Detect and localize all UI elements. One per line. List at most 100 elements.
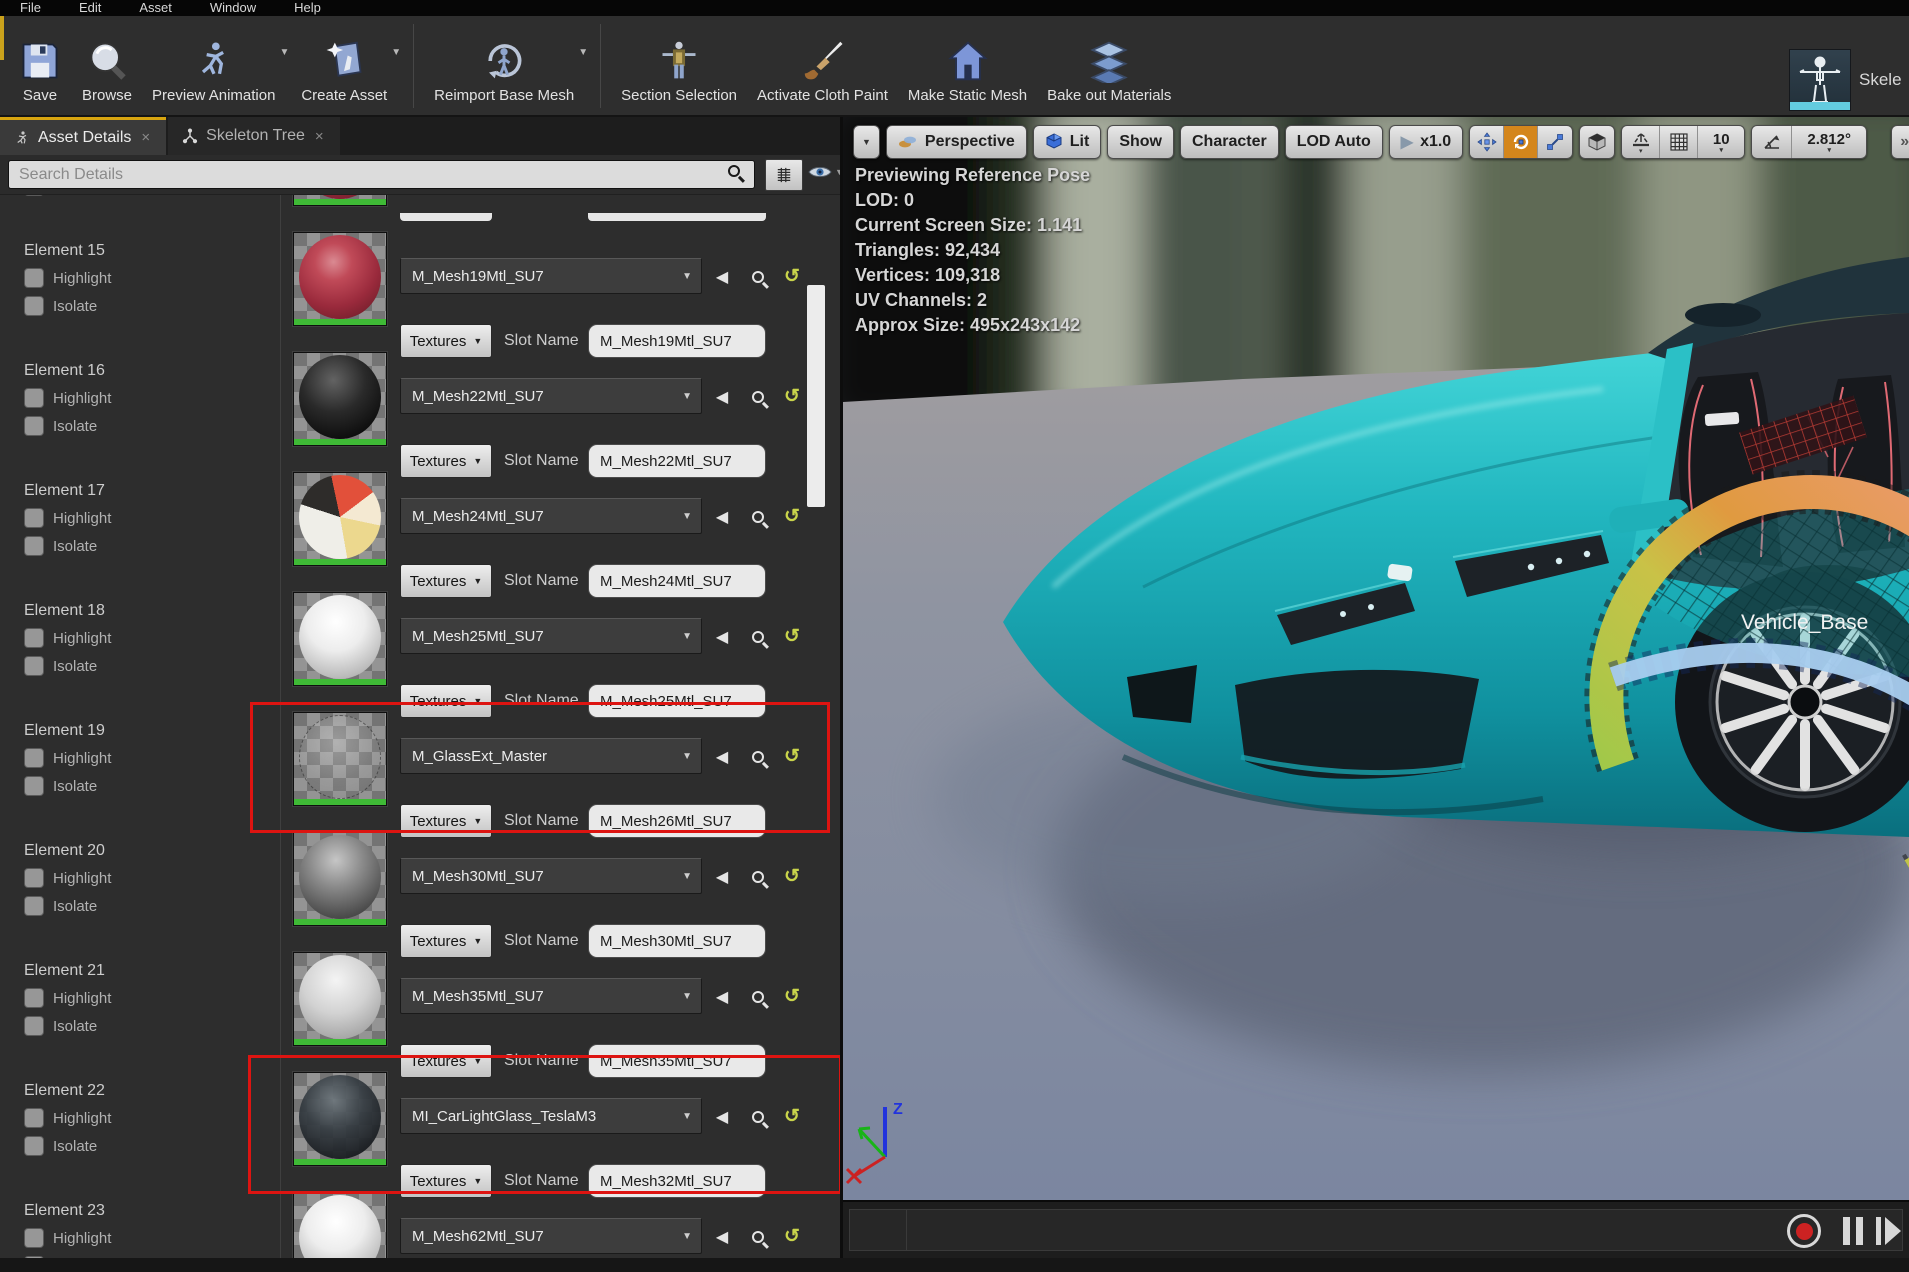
menu-file[interactable]: File bbox=[20, 0, 41, 15]
search-input[interactable] bbox=[8, 160, 755, 189]
browse-to-asset-button[interactable] bbox=[744, 1223, 772, 1250]
tab-skeleton-tree[interactable]: Skeleton Tree × bbox=[168, 117, 340, 155]
material-thumbnail[interactable] bbox=[293, 952, 387, 1046]
lod-auto-button[interactable]: LOD Auto bbox=[1285, 125, 1383, 159]
section-selection-button[interactable]: Section Selection bbox=[611, 20, 747, 112]
rotation-snap-value-button[interactable]: 2.812° ▾ bbox=[1792, 126, 1866, 158]
scrollbar-thumb[interactable] bbox=[807, 285, 825, 507]
reset-to-default-button[interactable]: ↺ bbox=[778, 623, 806, 650]
browse-to-asset-button[interactable] bbox=[744, 863, 772, 890]
material-select[interactable]: M_Mesh35Mtl_SU7 ▼ bbox=[400, 978, 702, 1014]
highlight-checkbox[interactable] bbox=[24, 508, 44, 528]
use-selected-asset-button[interactable]: ◀ bbox=[708, 983, 736, 1010]
isolate-checkbox[interactable] bbox=[24, 1016, 44, 1036]
menu-help[interactable]: Help bbox=[294, 0, 321, 15]
reimport-base-mesh-button[interactable]: Reimport Base Mesh bbox=[424, 20, 584, 112]
coordinate-system-button[interactable] bbox=[1579, 125, 1615, 159]
create-asset-dropdown-icon[interactable]: ▼ bbox=[391, 47, 401, 58]
pause-button[interactable] bbox=[1843, 1217, 1863, 1245]
lit-mode-button[interactable]: Lit bbox=[1033, 125, 1102, 159]
rotate-tool-button[interactable] bbox=[1504, 126, 1538, 158]
grid-snap-value-button[interactable]: 10 ▾ bbox=[1698, 126, 1744, 158]
scale-tool-button[interactable] bbox=[1538, 126, 1572, 158]
reset-to-default-button[interactable]: ↺ bbox=[778, 1223, 806, 1250]
make-static-mesh-button[interactable]: Make Static Mesh bbox=[898, 20, 1037, 112]
preview-animation-button[interactable]: Preview Animation bbox=[142, 20, 285, 112]
material-select[interactable]: M_Mesh24Mtl_SU7 ▼ bbox=[400, 498, 702, 534]
browse-to-asset-button[interactable] bbox=[744, 623, 772, 650]
move-tool-button[interactable] bbox=[1470, 126, 1504, 158]
material-select[interactable]: M_Mesh19Mtl_SU7 ▼ bbox=[400, 258, 702, 294]
preview-animation-dropdown-icon[interactable]: ▼ bbox=[279, 47, 289, 58]
panel-divider[interactable] bbox=[840, 117, 843, 1272]
isolate-checkbox[interactable] bbox=[24, 536, 44, 556]
reset-to-default-button[interactable]: ↺ bbox=[778, 863, 806, 890]
timeline-track[interactable] bbox=[849, 1209, 1903, 1251]
material-thumbnail[interactable] bbox=[293, 592, 387, 686]
browse-to-asset-button[interactable] bbox=[744, 503, 772, 530]
close-tab-icon[interactable]: × bbox=[313, 128, 326, 145]
material-thumbnail[interactable] bbox=[293, 195, 387, 206]
menu-asset[interactable]: Asset bbox=[139, 0, 172, 15]
highlight-checkbox[interactable] bbox=[24, 1228, 44, 1248]
tab-asset-details[interactable]: Asset Details × bbox=[0, 117, 166, 155]
isolate-checkbox[interactable] bbox=[24, 656, 44, 676]
material-thumbnail[interactable] bbox=[293, 472, 387, 566]
step-forward-button[interactable] bbox=[1876, 1217, 1901, 1245]
isolate-checkbox[interactable] bbox=[24, 195, 44, 196]
reset-to-default-button[interactable]: ↺ bbox=[778, 983, 806, 1010]
activate-cloth-paint-button[interactable]: Activate Cloth Paint bbox=[747, 20, 898, 112]
isolate-checkbox[interactable] bbox=[24, 1136, 44, 1156]
material-select[interactable]: M_Mesh30Mtl_SU7 ▼ bbox=[400, 858, 702, 894]
create-asset-button[interactable]: Create Asset bbox=[291, 20, 397, 112]
isolate-checkbox[interactable] bbox=[24, 416, 44, 436]
highlight-checkbox[interactable] bbox=[24, 388, 44, 408]
material-thumbnail[interactable] bbox=[293, 232, 387, 326]
bone-label[interactable]: Vehicle_Base bbox=[1741, 611, 1868, 634]
material-thumbnail[interactable] bbox=[293, 1192, 387, 1262]
more-toolbar-options-button[interactable]: » bbox=[1891, 125, 1909, 159]
use-selected-asset-button[interactable]: ◀ bbox=[708, 383, 736, 410]
reset-to-default-button[interactable]: ↺ bbox=[778, 503, 806, 530]
close-tab-icon[interactable]: × bbox=[139, 129, 152, 146]
surface-snap-button[interactable]: ▾ bbox=[1622, 126, 1660, 158]
material-list[interactable]: Element 15 Highlight Isolate M_Mesh19Mtl… bbox=[0, 195, 843, 1262]
record-button[interactable] bbox=[1787, 1214, 1821, 1248]
menu-window[interactable]: Window bbox=[210, 0, 256, 15]
character-menu-button[interactable]: Character bbox=[1180, 125, 1279, 159]
bake-out-materials-button[interactable]: Bake out Materials bbox=[1037, 20, 1181, 112]
use-selected-asset-button[interactable]: ◀ bbox=[708, 503, 736, 530]
material-select[interactable]: M_Mesh22Mtl_SU7 ▼ bbox=[400, 378, 702, 414]
material-select[interactable]: M_Mesh62Mtl_SU7 ▼ bbox=[400, 1218, 702, 1254]
material-thumbnail[interactable] bbox=[293, 832, 387, 926]
viewport-options-button[interactable]: ▼ bbox=[853, 125, 880, 159]
browse-to-asset-button[interactable] bbox=[744, 263, 772, 290]
use-selected-asset-button[interactable]: ◀ bbox=[708, 623, 736, 650]
isolate-checkbox[interactable] bbox=[24, 296, 44, 316]
highlight-checkbox[interactable] bbox=[24, 868, 44, 888]
use-selected-asset-button[interactable]: ◀ bbox=[708, 263, 736, 290]
highlight-checkbox[interactable] bbox=[24, 988, 44, 1008]
material-select[interactable]: M_Mesh25Mtl_SU7 ▼ bbox=[400, 618, 702, 654]
isolate-checkbox[interactable] bbox=[24, 896, 44, 916]
show-menu-button[interactable]: Show bbox=[1107, 125, 1174, 159]
skeleton-preview-widget[interactable]: Skele bbox=[1789, 40, 1909, 120]
playback-speed-button[interactable]: ▶ x1.0 bbox=[1389, 125, 1463, 159]
browse-button[interactable]: Browse bbox=[72, 20, 142, 112]
highlight-checkbox[interactable] bbox=[24, 748, 44, 768]
browse-to-asset-button[interactable] bbox=[744, 983, 772, 1010]
isolate-checkbox[interactable] bbox=[24, 776, 44, 796]
use-selected-asset-button[interactable]: ◀ bbox=[708, 863, 736, 890]
reset-to-default-button[interactable]: ↺ bbox=[778, 383, 806, 410]
browse-to-asset-button[interactable] bbox=[744, 383, 772, 410]
highlight-checkbox[interactable] bbox=[24, 1108, 44, 1128]
reimport-dropdown-icon[interactable]: ▼ bbox=[578, 47, 588, 58]
save-button[interactable]: Save bbox=[8, 20, 72, 112]
view-options-button[interactable]: ▼ bbox=[808, 165, 844, 179]
highlight-checkbox[interactable] bbox=[24, 628, 44, 648]
rotation-snap-toggle[interactable] bbox=[1752, 126, 1792, 158]
grid-snap-toggle[interactable] bbox=[1660, 126, 1698, 158]
menu-edit[interactable]: Edit bbox=[79, 0, 101, 15]
display-mode-button[interactable] bbox=[765, 159, 803, 191]
perspective-button[interactable]: Perspective bbox=[886, 125, 1027, 159]
